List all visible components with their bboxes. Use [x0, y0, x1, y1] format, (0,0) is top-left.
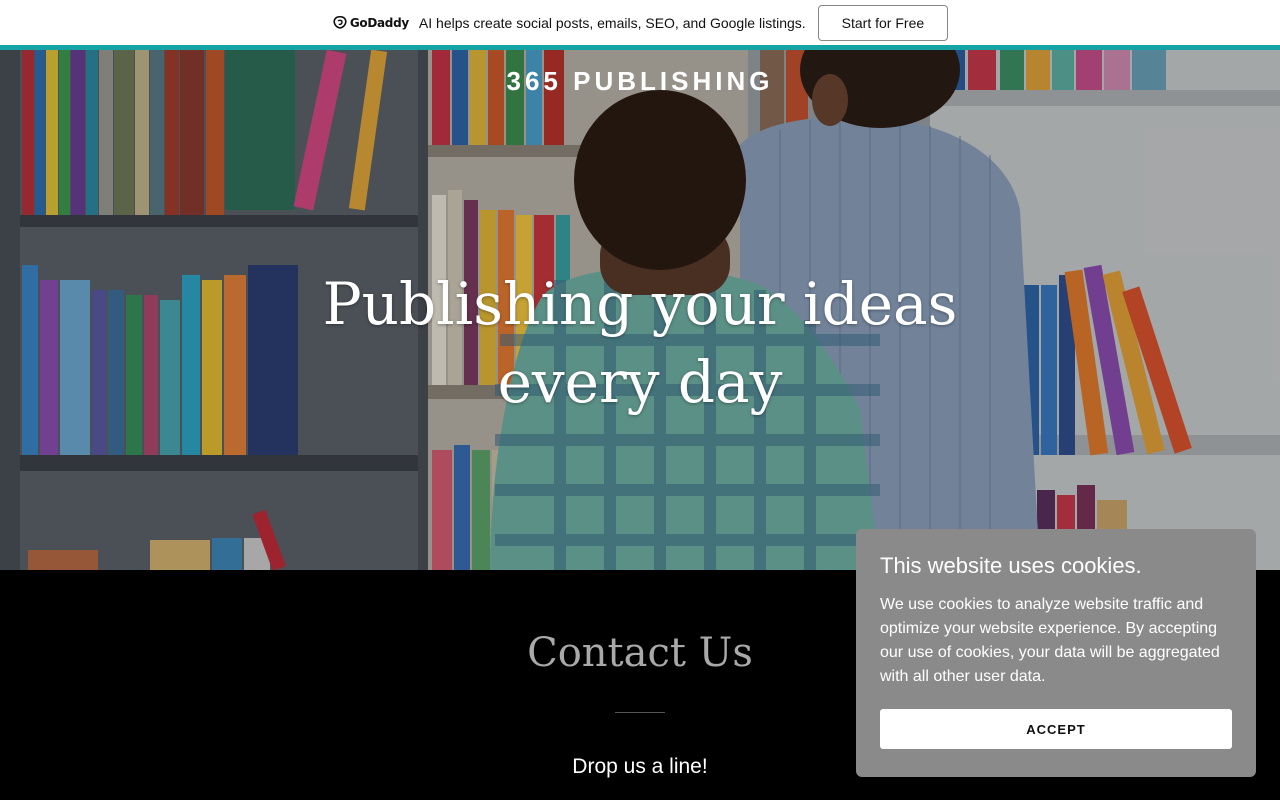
cookie-banner: This website uses cookies. We use cookie…	[856, 529, 1256, 777]
godaddy-icon	[333, 15, 347, 29]
cookie-title: This website uses cookies.	[880, 553, 1142, 578]
start-for-free-button[interactable]: Start for Free	[817, 4, 949, 41]
promo-message: AI helps create social posts, emails, SE…	[418, 14, 806, 31]
contact-divider	[615, 712, 665, 713]
site-title[interactable]: 365 PUBLISHING	[0, 66, 1280, 97]
godaddy-logo[interactable]: GoDaddy	[332, 15, 409, 30]
cookie-body: We use cookies to analyze website traffi…	[880, 596, 1220, 685]
hero-section: 365 PUBLISHING Publishing your ideas eve…	[0, 50, 1280, 570]
accept-cookies-button[interactable]: ACCEPT	[880, 709, 1232, 749]
promo-bar: GoDaddy AI helps create social posts, em…	[0, 0, 1280, 45]
godaddy-logo-text: GoDaddy	[349, 15, 409, 30]
hero-heading: Publishing your ideas every day	[322, 270, 958, 416]
